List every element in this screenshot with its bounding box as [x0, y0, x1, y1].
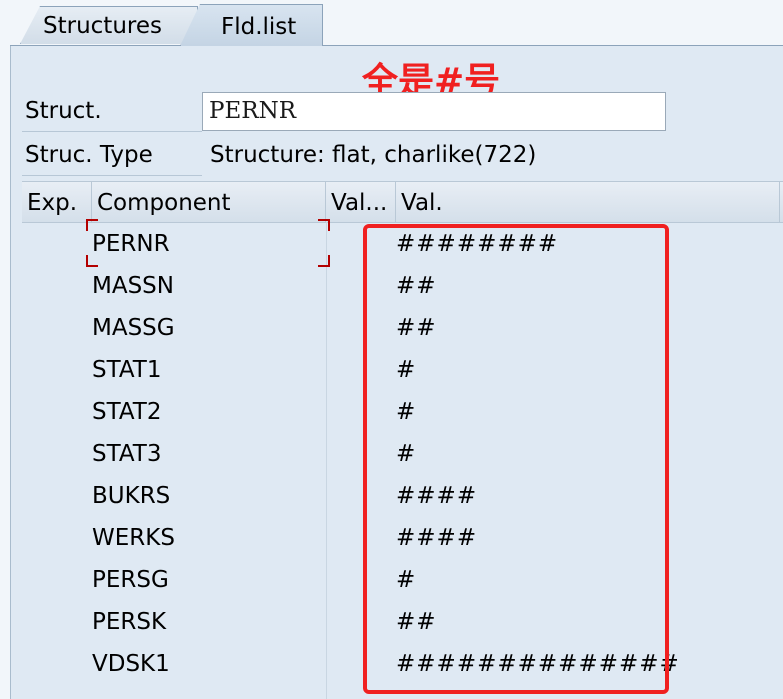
component-cell: STAT3 [92, 441, 162, 467]
value-cell: ## [396, 609, 437, 635]
struct-label: Struct. [25, 98, 102, 124]
table-header: Exp. Component Val... Val. [22, 181, 783, 223]
value-cell: # [396, 567, 417, 593]
value-cell: # [396, 357, 417, 383]
table-row[interactable]: PERSG # [22, 559, 783, 601]
value-cell: ######## [396, 231, 559, 257]
table-row[interactable]: PERSK ## [22, 601, 783, 643]
component-cell: VDSK1 [92, 651, 170, 677]
component-cell: BUKRS [92, 483, 171, 509]
value-cell: #### [396, 483, 478, 509]
table-row[interactable]: STAT3 # [22, 433, 783, 475]
value-cell: ############## [396, 651, 680, 677]
table-row[interactable]: WERKS #### [22, 517, 783, 559]
field-list-table: Exp. Component Val... Val. PERNR #######… [22, 181, 783, 699]
table-row[interactable]: BUKRS #### [22, 475, 783, 517]
struc-type-label: Struc. Type [25, 142, 153, 168]
tab-structures[interactable]: Structures [20, 6, 198, 44]
component-cell: PERSG [92, 567, 169, 593]
component-cell: WERKS [92, 525, 175, 551]
value-cell: ## [396, 273, 437, 299]
component-cell: MASSN [92, 273, 174, 299]
struct-label-underline [22, 131, 202, 132]
table-body: PERNR ######## MASSN ## MASSG ## STAT1 #… [22, 223, 783, 685]
table-row[interactable]: MASSN ## [22, 265, 783, 307]
struc-type-underline [22, 175, 202, 176]
value-cell: # [396, 441, 417, 467]
component-cell: STAT1 [92, 357, 162, 383]
table-row[interactable]: MASSG ## [22, 307, 783, 349]
table-row[interactable]: VDSK1 ############## [22, 643, 783, 685]
tab-strip: Structures Fld.list [0, 0, 783, 47]
table-row[interactable]: STAT2 # [22, 391, 783, 433]
column-header-exp[interactable]: Exp. [22, 182, 92, 222]
table-row[interactable]: PERNR ######## [22, 223, 783, 265]
struc-type-value: Structure: flat, charlike(722) [210, 142, 537, 168]
component-cell: STAT2 [92, 399, 162, 425]
table-row[interactable]: STAT1 # [22, 349, 783, 391]
column-header-component[interactable]: Component [92, 182, 326, 222]
value-cell: ## [396, 315, 437, 341]
struct-input[interactable]: PERNR [202, 92, 666, 131]
component-cell: MASSG [92, 315, 175, 341]
component-cell: PERSK [92, 609, 167, 635]
tab-fld-list[interactable]: Fld.list [180, 4, 323, 46]
column-header-val-short[interactable]: Val... [326, 182, 396, 222]
value-cell: #### [396, 525, 478, 551]
component-cell: PERNR [92, 231, 170, 257]
value-cell: # [396, 399, 417, 425]
column-header-val[interactable]: Val. [396, 182, 780, 222]
